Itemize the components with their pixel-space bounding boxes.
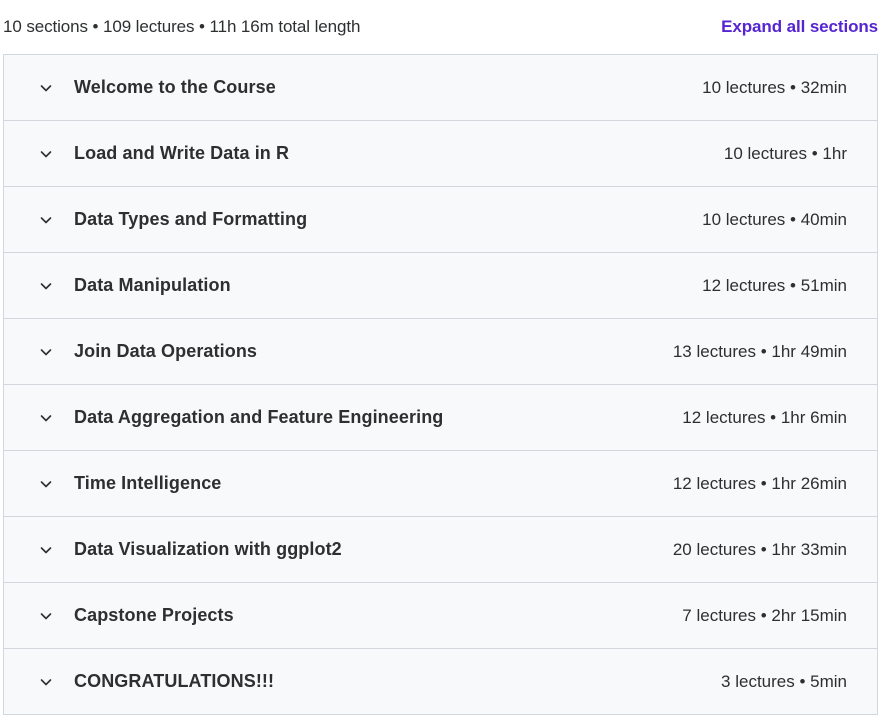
chevron-down-icon [38, 212, 54, 228]
section-title: Data Manipulation [74, 275, 231, 295]
section-row[interactable]: Data Aggregation and Feature Engineering… [4, 385, 877, 451]
section-meta: 12 lectures • 1hr 26min [672, 473, 847, 493]
curriculum-summary-text: 10 sections • 109 lectures • 11h 16m tot… [3, 17, 361, 36]
section-title: Data Aggregation and Feature Engineering [74, 407, 444, 427]
section-title: Data Visualization with ggplot2 [74, 539, 342, 559]
section-meta: 20 lectures • 1hr 33min [672, 539, 847, 559]
chevron-down-icon [38, 674, 54, 690]
section-row[interactable]: Capstone Projects 7 lectures • 2hr 15min [4, 583, 877, 649]
section-title: CONGRATULATIONS!!! [74, 671, 275, 691]
expand-all-sections-button[interactable]: Expand all sections [721, 17, 878, 37]
section-title: Capstone Projects [74, 605, 234, 625]
chevron-down-icon [38, 344, 54, 360]
section-header: Load and Write Data in R [4, 143, 289, 164]
chevron-down-icon [38, 278, 54, 294]
section-meta: 10 lectures • 32min [702, 77, 847, 97]
section-title: Load and Write Data in R [74, 143, 290, 163]
section-meta: 10 lectures • 40min [702, 209, 847, 229]
chevron-down-icon [38, 608, 54, 624]
section-title: Welcome to the Course [74, 77, 276, 97]
section-row[interactable]: Time Intelligence 12 lectures • 1hr 26mi… [4, 451, 877, 517]
section-meta: 7 lectures • 2hr 15min [682, 605, 847, 625]
section-row[interactable]: Welcome to the Course 10 lectures • 32mi… [4, 55, 877, 121]
section-header: Join Data Operations [4, 341, 257, 362]
section-header: Data Types and Formatting [4, 209, 307, 230]
chevron-down-icon [38, 476, 54, 492]
section-meta: 12 lectures • 51min [702, 275, 847, 295]
section-row[interactable]: Load and Write Data in R 10 lectures • 1… [4, 121, 877, 187]
section-header: CONGRATULATIONS!!! [4, 671, 274, 692]
chevron-down-icon [38, 146, 54, 162]
section-header: Data Aggregation and Feature Engineering [4, 407, 443, 428]
section-row[interactable]: Data Manipulation 12 lectures • 51min [4, 253, 877, 319]
section-header: Welcome to the Course [4, 77, 276, 98]
section-header: Capstone Projects [4, 605, 234, 626]
section-row[interactable]: Data Visualization with ggplot2 20 lectu… [4, 517, 877, 583]
section-title: Time Intelligence [74, 473, 222, 493]
section-meta: 12 lectures • 1hr 6min [682, 407, 847, 427]
section-meta: 3 lectures • 5min [721, 671, 847, 691]
section-row[interactable]: CONGRATULATIONS!!! 3 lectures • 5min [4, 649, 877, 714]
chevron-down-icon [38, 542, 54, 558]
chevron-down-icon [38, 410, 54, 426]
section-row[interactable]: Data Types and Formatting 10 lectures • … [4, 187, 877, 253]
section-title: Join Data Operations [74, 341, 258, 361]
section-title: Data Types and Formatting [74, 209, 308, 229]
section-header: Time Intelligence [4, 473, 221, 494]
section-header: Data Visualization with ggplot2 [4, 539, 342, 560]
chevron-down-icon [38, 80, 54, 96]
curriculum-sections-list: Welcome to the Course 10 lectures • 32mi… [3, 54, 878, 715]
curriculum-summary-bar: 10 sections • 109 lectures • 11h 16m tot… [0, 0, 880, 54]
section-header: Data Manipulation [4, 275, 231, 296]
section-meta: 13 lectures • 1hr 49min [672, 341, 847, 361]
section-row[interactable]: Join Data Operations 13 lectures • 1hr 4… [4, 319, 877, 385]
section-meta: 10 lectures • 1hr [723, 143, 847, 163]
